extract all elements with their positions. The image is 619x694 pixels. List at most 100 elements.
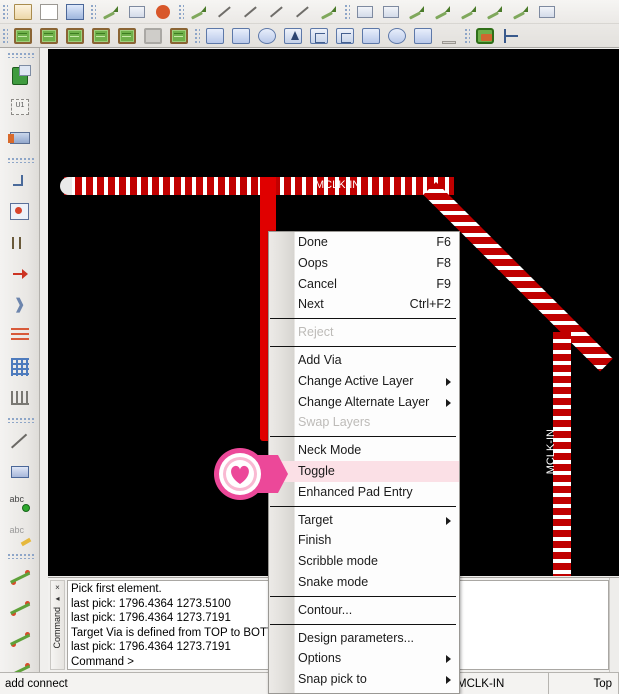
shape-oval-icon[interactable]: [385, 25, 409, 47]
menu-item-contour[interactable]: Contour...: [269, 600, 459, 621]
zoom-out-icon[interactable]: [265, 1, 289, 23]
board-view-6-icon[interactable]: [167, 25, 191, 47]
sidebar-grip[interactable]: [5, 51, 34, 58]
menu-item-finish[interactable]: Finish: [269, 530, 459, 551]
horizontal-trace-start-cap: [60, 177, 72, 195]
shape-polygon-icon[interactable]: [203, 25, 227, 47]
measure-icon[interactable]: [187, 1, 211, 23]
board-view-4-icon[interactable]: [89, 25, 113, 47]
shape-arc-icon[interactable]: [333, 25, 357, 47]
undo-icon[interactable]: [99, 1, 123, 23]
shape-rect-icon[interactable]: [229, 25, 253, 47]
board-view-1-icon[interactable]: [11, 25, 35, 47]
menu-item-oops[interactable]: Oops F8: [269, 253, 459, 274]
shape-circle-icon[interactable]: [255, 25, 279, 47]
toolbar-grip[interactable]: [193, 27, 200, 45]
menu-item-label: Options: [298, 651, 342, 666]
toolbar-grip[interactable]: [89, 2, 96, 21]
menu-item-next[interactable]: Next Ctrl+F2: [269, 294, 459, 315]
menu-item-cancel[interactable]: Cancel F9: [269, 274, 459, 295]
board-view-5-icon[interactable]: [115, 25, 139, 47]
menu-item-change-active-layer[interactable]: Change Active Layer: [269, 371, 459, 392]
menu-item-neck-mode[interactable]: Neck Mode: [269, 440, 459, 461]
close-icon[interactable]: ×: [51, 583, 64, 592]
context-menu[interactable]: Done F6 Oops F8 Cancel F9 Next Ctrl+F2 Reject Add…: [268, 231, 460, 694]
board-view-2-icon[interactable]: [37, 25, 61, 47]
menu-item-enhanced-pad-entry[interactable]: Enhanced Pad Entry: [269, 482, 459, 503]
custom-smooth-icon[interactable]: [483, 1, 507, 23]
zoom-fit-icon[interactable]: [213, 1, 237, 23]
net-arrow-icon[interactable]: [3, 258, 37, 289]
toolbar-grip[interactable]: [343, 2, 350, 21]
sidebar-grip[interactable]: [5, 552, 34, 559]
board-view-3-icon[interactable]: [63, 25, 87, 47]
shape-spiral-icon[interactable]: [307, 25, 331, 47]
command-panel-titlebar[interactable]: × ◂ Command: [50, 580, 65, 670]
net-tool-4-icon[interactable]: [3, 654, 37, 674]
net-tool-3-icon[interactable]: [3, 623, 37, 654]
menu-item-snake-mode[interactable]: Snake mode: [269, 572, 459, 593]
horizontal-trace[interactable]: [64, 177, 454, 195]
zoom-in-icon[interactable]: [239, 1, 263, 23]
select-arrow-icon[interactable]: [281, 25, 305, 47]
toolbar-grip[interactable]: [1, 27, 8, 45]
place-manual-icon[interactable]: [3, 60, 37, 91]
add-connect-icon[interactable]: [3, 165, 37, 196]
display-window-icon[interactable]: [353, 1, 377, 23]
draw-line-icon[interactable]: [3, 425, 37, 456]
menu-item-options[interactable]: Options: [269, 648, 459, 669]
menu-item-done[interactable]: Done F6: [269, 232, 459, 253]
display-window-2-icon[interactable]: [379, 1, 403, 23]
heart-pointer-cursor: [212, 447, 290, 501]
sidebar-grip[interactable]: [5, 156, 34, 163]
net-tool-2-icon[interactable]: [3, 592, 37, 623]
zoom-by-points-icon[interactable]: [291, 1, 315, 23]
zoom-world-icon[interactable]: [317, 1, 341, 23]
spiral-route-icon[interactable]: [3, 382, 37, 413]
collapse-icon[interactable]: ◂: [51, 594, 64, 603]
menu-item-change-alternate-layer[interactable]: Change Alternate Layer: [269, 392, 459, 413]
toolbar-grip[interactable]: [1, 2, 8, 21]
open-board-icon[interactable]: [11, 1, 35, 23]
delete-icon[interactable]: [457, 1, 481, 23]
add-text-icon[interactable]: abc: [3, 487, 37, 518]
add-connect-icon[interactable]: [405, 1, 429, 23]
shape-square-icon[interactable]: [359, 25, 383, 47]
board-green-icon[interactable]: [473, 25, 497, 47]
menu-item-toggle[interactable]: Toggle: [269, 460, 459, 482]
edit-text-icon[interactable]: abc: [3, 518, 37, 549]
place-component-icon[interactable]: [3, 91, 37, 122]
menu-item-snap-pick-to[interactable]: Snap pick to: [269, 669, 459, 690]
slide-icon[interactable]: [431, 1, 455, 23]
color-icon[interactable]: [151, 1, 175, 23]
layer-list-icon[interactable]: [3, 320, 37, 351]
toolbar-row-1: [0, 0, 619, 24]
swap-components-icon[interactable]: [3, 122, 37, 153]
command-scrollbar[interactable]: [609, 578, 619, 673]
net-tool-1-icon[interactable]: [3, 561, 37, 592]
save-board-icon[interactable]: [37, 1, 61, 23]
menu-item-scribble-mode[interactable]: Scribble mode: [269, 551, 459, 572]
dimension-icon[interactable]: [499, 25, 523, 47]
vertex-icon[interactable]: [509, 1, 533, 23]
redo-icon[interactable]: [125, 1, 149, 23]
toolbar-grip[interactable]: [463, 27, 470, 45]
draw-rectangle-icon[interactable]: [3, 456, 37, 487]
menu-item-add-via[interactable]: Add Via: [269, 350, 459, 371]
toolbar-grip[interactable]: [177, 2, 184, 21]
sidebar-grip[interactable]: [5, 416, 34, 423]
status-net: MCLK-IN: [452, 673, 549, 694]
route-chevron-icon[interactable]: ❱: [3, 289, 37, 320]
print-icon[interactable]: [63, 1, 87, 23]
menu-item-target[interactable]: Target: [269, 510, 459, 531]
grid-route-icon-glyph: [10, 357, 29, 376]
board-view-disabled-icon[interactable]: [141, 25, 165, 47]
delay-tune-icon[interactable]: [3, 227, 37, 258]
grid-route-icon[interactable]: [3, 351, 37, 382]
fanout-icon[interactable]: [3, 196, 37, 227]
padstack-icon[interactable]: [437, 25, 461, 47]
menu-item-label: Finish: [298, 533, 332, 548]
shape-trim-icon[interactable]: [411, 25, 435, 47]
net-highlight-icon[interactable]: [535, 1, 559, 23]
menu-item-design-parameters[interactable]: Design parameters...: [269, 628, 459, 649]
